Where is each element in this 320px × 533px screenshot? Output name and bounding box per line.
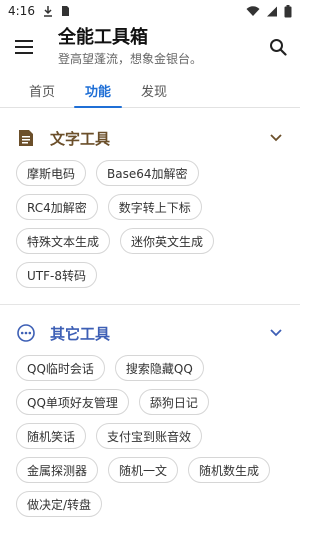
more-dots-icon <box>16 323 36 343</box>
menu-icon[interactable] <box>12 35 36 59</box>
chip-search-hidden-qq[interactable]: 搜索隐藏QQ <box>114 355 204 381</box>
chip-mini-english[interactable]: 迷你英文生成 <box>120 228 215 254</box>
app-title: 全能工具箱 <box>58 27 148 48</box>
chevron-down-icon[interactable] <box>268 130 284 146</box>
chip-superscript-subscript[interactable]: 数字转上下标 <box>107 194 202 220</box>
tab-bar: 首页 功能 发现 <box>0 72 300 108</box>
status-bar: 4:16 <box>0 0 300 22</box>
chevron-down-icon[interactable] <box>268 325 284 341</box>
download-icon <box>43 5 53 17</box>
other-tools-list: QQ临时会话 搜索隐藏QQ QQ单项好友管理 舔狗日记 随机笑话 支付宝到账音效… <box>16 355 284 525</box>
chip-utf8[interactable]: UTF-8转码 <box>16 262 97 288</box>
tab-home[interactable]: 首页 <box>14 73 70 107</box>
text-tools-list: 摩斯电码 Base64加解密 RC4加解密 数字转上下标 特殊文本生成 迷你英文… <box>16 160 284 296</box>
wifi-icon <box>246 5 260 17</box>
document-icon <box>16 128 36 148</box>
text-tools-header[interactable]: 文字工具 <box>16 116 284 160</box>
other-tools-title: 其它工具 <box>50 324 111 343</box>
chip-qq-friend-manager[interactable]: QQ单项好友管理 <box>16 389 129 415</box>
chip-simp-diary[interactable]: 舔狗日记 <box>138 389 209 415</box>
tab-features[interactable]: 功能 <box>70 73 126 108</box>
chip-rc4[interactable]: RC4加解密 <box>16 194 98 220</box>
text-tools-title: 文字工具 <box>50 129 111 148</box>
app-subtitle: 登高望蓬流，想象金银台。 <box>58 52 203 66</box>
chip-random-number[interactable]: 随机数生成 <box>188 457 271 483</box>
other-tools-header[interactable]: 其它工具 <box>16 311 284 355</box>
chip-random-joke[interactable]: 随机笑话 <box>16 423 87 449</box>
title-block: 全能工具箱 登高望蓬流，想象金银台。 <box>58 27 202 67</box>
search-icon[interactable] <box>266 35 290 59</box>
tab-discover[interactable]: 发现 <box>126 73 182 107</box>
app-bar: 全能工具箱 登高望蓬流，想象金银台。 <box>0 22 300 72</box>
battery-icon <box>284 4 292 18</box>
chip-decision-wheel[interactable]: 做决定/转盘 <box>16 491 103 517</box>
chip-special-text[interactable]: 特殊文本生成 <box>16 228 111 254</box>
sim-card-icon <box>61 5 70 17</box>
chip-base64[interactable]: Base64加解密 <box>96 160 199 186</box>
chip-morse-code[interactable]: 摩斯电码 <box>16 160 87 186</box>
chip-metal-detector[interactable]: 金属探测器 <box>16 457 99 483</box>
chip-qq-temp-chat[interactable]: QQ临时会话 <box>16 355 105 381</box>
chip-random-article[interactable]: 随机一文 <box>108 457 179 483</box>
text-tools-section: 文字工具 摩斯电码 Base64加解密 RC4加解密 数字转上下标 特殊文本生成… <box>0 116 300 296</box>
other-tools-section: 其它工具 QQ临时会话 搜索隐藏QQ QQ单项好友管理 舔狗日记 随机笑话 支付… <box>0 311 300 525</box>
chip-alipay-sound[interactable]: 支付宝到账音效 <box>96 423 203 449</box>
status-time: 4:16 <box>8 4 35 18</box>
signal-icon <box>266 6 278 17</box>
